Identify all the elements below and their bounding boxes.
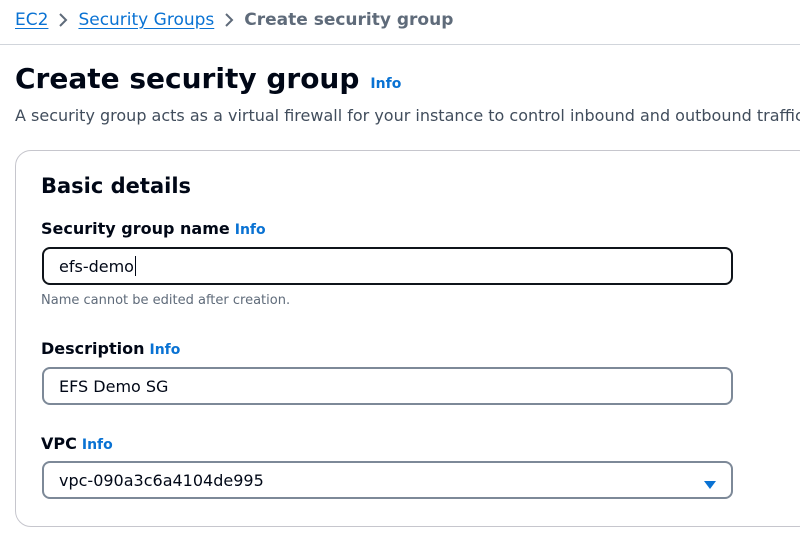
vpc-label-text: VPC bbox=[41, 434, 77, 453]
breadcrumb-ec2-link[interactable]: EC2 bbox=[15, 10, 48, 30]
page-header: Create security group Info bbox=[15, 62, 401, 95]
vpc-value: vpc-090a3c6a4104de995 bbox=[59, 470, 264, 490]
vpc-info-link[interactable]: Info bbox=[82, 437, 113, 453]
security-group-name-label-text: Security group name bbox=[41, 219, 230, 238]
description-info-link[interactable]: Info bbox=[149, 342, 180, 358]
security-group-name-hint: Name cannot be edited after creation. bbox=[41, 293, 291, 308]
security-group-name-label: Security group name Info bbox=[41, 219, 266, 238]
breadcrumb-security-groups-link[interactable]: Security Groups bbox=[78, 10, 214, 30]
description-input[interactable]: EFS Demo SG bbox=[42, 367, 733, 405]
basic-details-panel: Basic details Security group name Info e… bbox=[15, 150, 800, 527]
breadcrumb-current: Create security group bbox=[244, 10, 454, 30]
vpc-label: VPC Info bbox=[41, 434, 113, 453]
security-group-name-input[interactable]: efs-demo bbox=[42, 247, 733, 285]
vpc-select[interactable]: vpc-090a3c6a4104de995 bbox=[42, 461, 733, 499]
chevron-right-icon bbox=[214, 8, 244, 32]
page-title: Create security group bbox=[15, 62, 360, 95]
description-label: Description Info bbox=[41, 339, 180, 358]
page-info-link[interactable]: Info bbox=[370, 76, 401, 92]
description-value: EFS Demo SG bbox=[59, 376, 169, 396]
header-divider bbox=[0, 44, 800, 45]
panel-title: Basic details bbox=[41, 174, 192, 198]
text-cursor bbox=[134, 256, 136, 276]
breadcrumb: EC2 Security Groups Create security grou… bbox=[15, 8, 453, 32]
security-group-name-value: efs-demo bbox=[59, 256, 134, 276]
caret-down-icon bbox=[703, 475, 717, 494]
chevron-right-icon bbox=[48, 8, 78, 32]
description-label-text: Description bbox=[41, 339, 145, 358]
page-description: A security group acts as a virtual firew… bbox=[15, 106, 800, 125]
security-group-name-info-link[interactable]: Info bbox=[235, 222, 266, 238]
